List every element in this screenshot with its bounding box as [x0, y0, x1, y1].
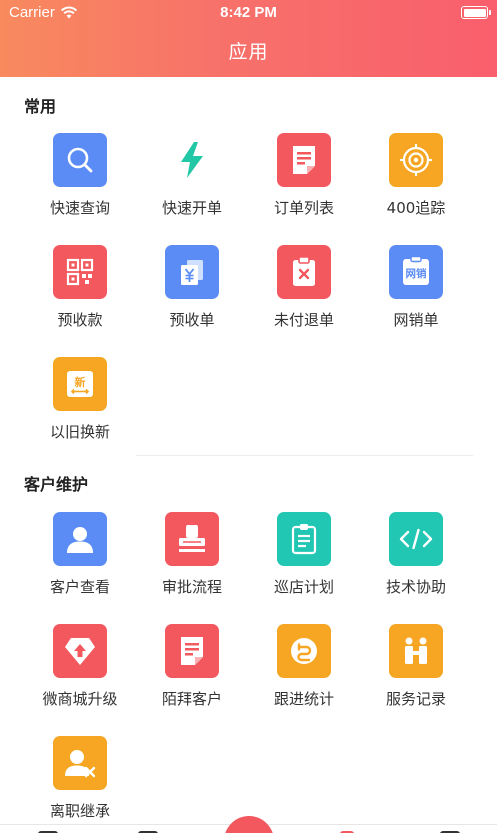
search-icon: [67, 147, 93, 173]
app-online-sale-order[interactable]: 网销 网销单: [360, 245, 472, 357]
app-tile: [53, 624, 107, 678]
clipboard-x-icon: [293, 256, 315, 286]
customer-apps-grid: 客户查看 审批流程 巡店计划 技术协助 微商城升级 陌拜客户 跟进统计 服务记录…: [24, 512, 472, 833]
app-follow-up-stats[interactable]: 跟进统计: [248, 624, 360, 736]
app-header: Carrier 8:42 PM 应用: [0, 0, 497, 77]
app-tile: [389, 624, 443, 678]
app-prepayment[interactable]: 预收款: [24, 245, 136, 357]
app-label: 订单列表: [273, 199, 334, 217]
app-label: 审批流程: [161, 578, 222, 596]
app-label: 微商城升级: [42, 690, 118, 708]
app-tile: 新: [53, 357, 107, 411]
yuan-cards-icon: [181, 260, 203, 285]
app-label: 400追踪: [386, 199, 446, 217]
app-label: 服务记录: [385, 690, 446, 708]
app-resignation-handover[interactable]: 离职继承: [24, 736, 136, 833]
app-tile: [165, 512, 219, 566]
app-label: 网销单: [393, 311, 439, 329]
app-quick-search[interactable]: 快速查询: [24, 133, 136, 245]
app-tile: [53, 245, 107, 299]
app-tile: [389, 133, 443, 187]
app-customer-view[interactable]: 客户查看: [24, 512, 136, 624]
app-label: 未付退单: [273, 311, 334, 329]
app-tile: [165, 624, 219, 678]
app-label: 以旧换新: [49, 423, 110, 441]
stamp-icon: [179, 525, 205, 552]
app-tile: [53, 133, 107, 187]
app-label: 离职继承: [49, 802, 110, 820]
status-time: 8:42 PM: [220, 4, 277, 21]
user-icon: [67, 527, 93, 553]
app-label: 快速查询: [49, 199, 110, 217]
app-quick-order[interactable]: 快速开单: [136, 133, 248, 245]
app-tile: [165, 245, 219, 299]
app-tile: [165, 133, 219, 187]
app-trade-in[interactable]: 新 以旧换新: [24, 357, 136, 469]
online-sale-icon: 网销: [403, 255, 429, 285]
app-unpaid-refund[interactable]: 未付退单: [248, 245, 360, 357]
app-label: 巡店计划: [273, 578, 334, 596]
app-store-visit-plan[interactable]: 巡店计划: [248, 512, 360, 624]
app-400-tracking[interactable]: 400追踪: [360, 133, 472, 245]
shop-upgrade-icon: [65, 638, 95, 665]
code-icon: [399, 528, 433, 550]
app-tile: [389, 512, 443, 566]
app-label: 预收单: [169, 311, 215, 329]
app-label: 技术协助: [385, 578, 446, 596]
app-mall-upgrade[interactable]: 微商城升级: [24, 624, 136, 736]
app-tile: [53, 512, 107, 566]
app-tile: 网销: [389, 245, 443, 299]
battery-icon: [461, 6, 491, 19]
section-divider: [136, 455, 473, 456]
app-tile: [277, 245, 331, 299]
app-label: 客户查看: [49, 578, 110, 596]
lightning-icon: [181, 142, 203, 178]
trade-in-badge: 新: [75, 375, 86, 389]
page-title: 应用: [228, 41, 269, 63]
visit-doc-icon: [181, 637, 203, 665]
app-tile: [277, 512, 331, 566]
app-tile: [277, 624, 331, 678]
user-remove-icon: [65, 750, 96, 778]
online-sale-badge: 网销: [406, 267, 427, 280]
app-cold-visit[interactable]: 陌拜客户: [136, 624, 248, 736]
app-order-list[interactable]: 订单列表: [248, 133, 360, 245]
section-title-common: 常用: [24, 97, 57, 116]
trade-in-icon: 新: [67, 371, 93, 397]
app-label: 跟进统计: [273, 690, 334, 708]
app-label: 陌拜客户: [161, 690, 222, 708]
app-tile: [53, 736, 107, 790]
app-label: 快速开单: [161, 199, 222, 217]
document-icon: [293, 146, 315, 174]
target-icon: [400, 144, 432, 176]
qrcode-icon: [66, 258, 94, 286]
app-tech-support[interactable]: 技术协助: [360, 512, 472, 624]
common-apps-grid: 快速查询 快速开单 订单列表 400追踪 预收款 预收单 未付退单 网销 网销单…: [24, 133, 472, 469]
checklist-icon: [291, 524, 317, 555]
app-label: 预收款: [57, 311, 103, 329]
status-bar: Carrier 8:42 PM: [0, 0, 497, 26]
app-tile: [277, 133, 331, 187]
app-approval-flow[interactable]: 审批流程: [136, 512, 248, 624]
app-service-records[interactable]: 服务记录: [360, 624, 472, 736]
app-prepay-order[interactable]: 预收单: [136, 245, 248, 357]
service-icon: [405, 637, 427, 664]
section-title-customer-care: 客户维护: [24, 475, 89, 494]
follow-up-icon: [291, 638, 317, 664]
